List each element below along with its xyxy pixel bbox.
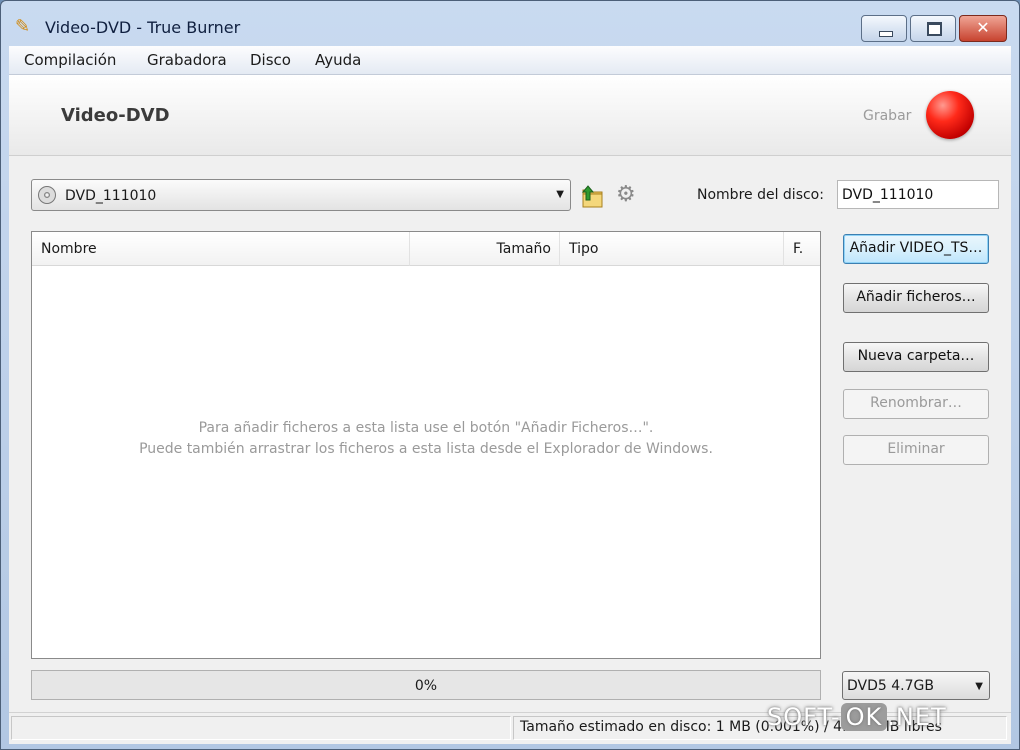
- empty-list-line-1: Para añadir ficheros a esta lista use el…: [198, 420, 654, 436]
- delete-button[interactable]: Eliminar: [843, 435, 989, 465]
- chevron-down-icon: ▼: [556, 189, 564, 200]
- window-title: Video-DVD - True Burner: [45, 18, 241, 37]
- add-video-ts-button[interactable]: Añadir VIDEO_TS…: [843, 234, 989, 264]
- gear-icon[interactable]: ⚙: [616, 183, 636, 207]
- rename-button[interactable]: Renombrar…: [843, 389, 989, 419]
- file-list[interactable]: Nombre Tamaño Tipo F. Para añadir ficher…: [31, 231, 821, 659]
- progress-percent: 0%: [414, 678, 438, 694]
- column-header-nombre[interactable]: Nombre: [32, 232, 410, 266]
- project-type-title: Video-DVD: [61, 105, 170, 126]
- watermark-suffix: .NET: [887, 703, 947, 731]
- status-pane-left: [11, 716, 511, 740]
- menu-compilacion[interactable]: Compilación: [24, 51, 116, 69]
- menu-disco[interactable]: Disco: [250, 51, 291, 69]
- watermark-prefix: SOFT-: [767, 703, 841, 731]
- menu-bar: Compilación Grabadora Disco Ayuda: [9, 46, 1011, 75]
- disc-selector-value: DVD_111010: [65, 188, 157, 204]
- disc-selector[interactable]: DVD_111010 ▼: [31, 179, 571, 211]
- minimize-button[interactable]: [861, 15, 907, 42]
- app-window: ✎ Video-DVD - True Burner ✕ Compilación …: [0, 0, 1020, 750]
- maximize-button[interactable]: [910, 15, 956, 42]
- menu-ayuda[interactable]: Ayuda: [315, 51, 361, 69]
- close-icon: ✕: [976, 18, 990, 37]
- disc-capacity-value: DVD5 4.7GB: [847, 678, 934, 694]
- burn-button[interactable]: [926, 91, 974, 139]
- new-folder-button[interactable]: Nueva carpeta…: [843, 342, 989, 372]
- watermark-ok: OK: [840, 703, 888, 731]
- burn-label[interactable]: Grabar: [863, 108, 911, 124]
- empty-list-line-2: Puede también arrastrar los ficheros a e…: [139, 441, 713, 457]
- close-button[interactable]: ✕: [959, 15, 1007, 42]
- column-header-tipo[interactable]: Tipo: [560, 232, 784, 266]
- folder-up-icon[interactable]: [580, 183, 605, 209]
- maximize-icon: [927, 22, 942, 36]
- menu-grabadora[interactable]: Grabadora: [147, 51, 227, 69]
- title-bar[interactable]: ✎ Video-DVD - True Burner ✕: [1, 1, 1019, 46]
- column-header-f[interactable]: F.: [784, 232, 820, 266]
- burn-progress-bar: 0%: [31, 670, 821, 700]
- column-header-tamano[interactable]: Tamaño: [410, 232, 560, 266]
- disc-name-label: Nombre del disco:: [697, 187, 824, 203]
- minimize-icon: [879, 31, 893, 37]
- client-area: Compilación Grabadora Disco Ayuda Video-…: [9, 46, 1011, 744]
- empty-list-message: Para añadir ficheros a esta lista use el…: [32, 418, 820, 460]
- disc-name-input[interactable]: [837, 180, 999, 209]
- pen-icon: ✎: [15, 16, 31, 37]
- disc-capacity-selector[interactable]: DVD5 4.7GB ▼: [842, 671, 990, 700]
- header-banner: Video-DVD Grabar: [9, 75, 1011, 156]
- chevron-down-icon: ▼: [975, 681, 983, 692]
- add-files-button[interactable]: Añadir ficheros…: [843, 283, 989, 313]
- cd-icon: [38, 186, 56, 204]
- watermark: SOFT- OK .NET: [767, 703, 947, 731]
